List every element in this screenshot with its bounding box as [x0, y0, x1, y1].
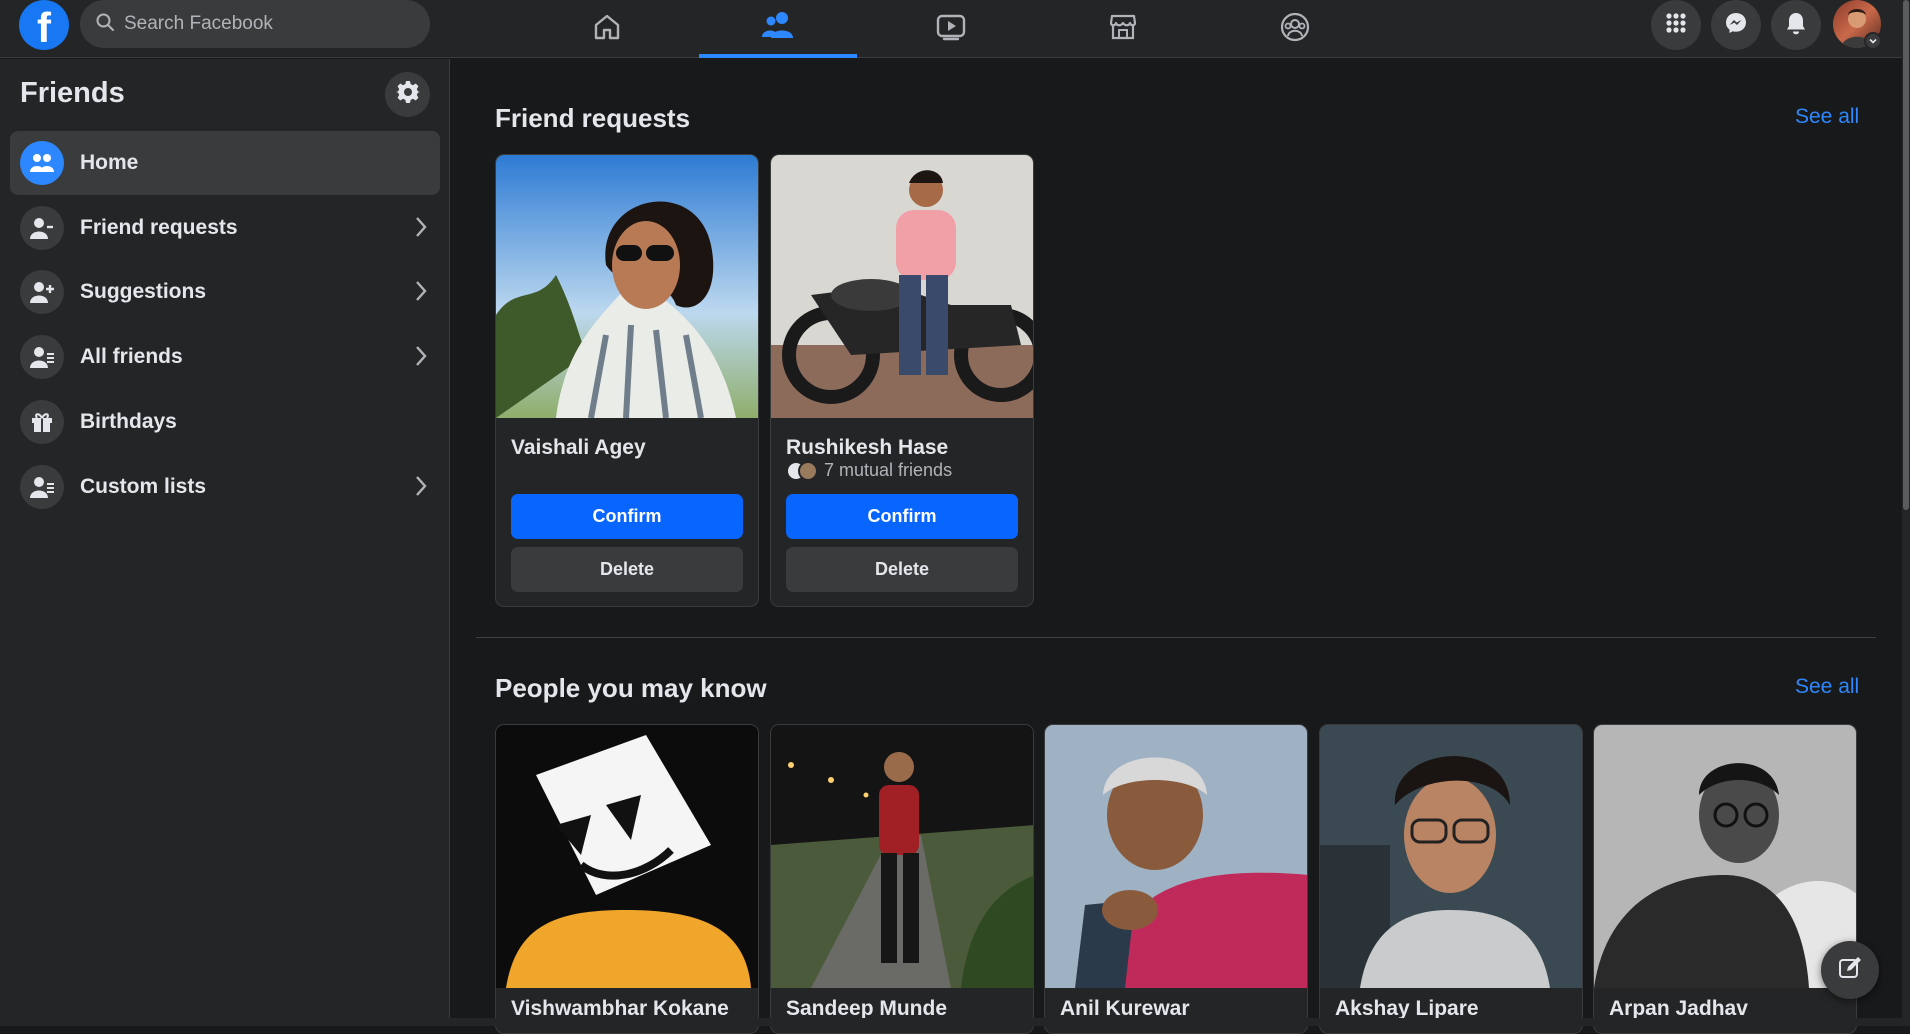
person-add-icon — [20, 206, 64, 250]
friend-request-name[interactable]: Vaishali Agey — [511, 436, 646, 460]
new-message-button[interactable] — [1821, 941, 1879, 999]
mutual-friends-avatars — [786, 460, 818, 481]
sidebar-item-suggestions[interactable]: Suggestions — [10, 260, 440, 324]
menu-grid-icon — [1665, 12, 1687, 39]
watch-icon — [935, 12, 967, 47]
friend-request-name[interactable]: Rushikesh Hase — [786, 436, 948, 460]
nav-tab-friends[interactable] — [699, 0, 857, 58]
chevron-down-icon[interactable] — [1864, 32, 1882, 50]
chevron-right-icon — [414, 280, 428, 307]
profile-photo[interactable] — [771, 155, 1033, 418]
gear-icon — [395, 80, 420, 109]
chevron-right-icon — [414, 475, 428, 502]
sidebar-item-home[interactable]: Home — [10, 131, 440, 195]
search-icon — [96, 13, 114, 36]
mutual-friends-count: 7 mutual friends — [824, 460, 953, 480]
messenger-icon — [1724, 11, 1748, 40]
confirm-button[interactable]: Confirm — [786, 494, 1018, 539]
groups-icon — [1280, 12, 1310, 47]
sidebar-item-custom-lists[interactable]: Custom lists — [10, 455, 440, 519]
facebook-logo[interactable]: f — [19, 0, 69, 50]
sidebar-item-label: Home — [80, 151, 139, 174]
bell-icon — [1785, 11, 1807, 40]
sidebar-item-label: Custom lists — [80, 475, 207, 498]
person-list-icon — [20, 465, 64, 509]
suggestion-card[interactable]: Akshay Lipare — [1319, 724, 1583, 1034]
chevron-right-icon — [414, 345, 428, 372]
friend-request-card[interactable]: Vaishali Agey Confirm Delete — [495, 154, 759, 607]
sidebar-item-label: Friend requests — [80, 216, 238, 239]
chevron-right-icon — [414, 216, 428, 243]
delete-button[interactable]: Delete — [786, 547, 1018, 592]
sidebar-item-birthdays[interactable]: Birthdays — [10, 390, 440, 454]
nav-tab-groups[interactable] — [1216, 0, 1374, 58]
sidebar-title: Friends — [20, 77, 125, 109]
profile-photo[interactable] — [771, 725, 1033, 988]
nav-tab-home[interactable] — [528, 0, 686, 58]
sidebar-item-all-friends[interactable]: All friends — [10, 325, 440, 389]
people-you-may-know-see-all-link[interactable]: See all — [1795, 675, 1859, 699]
profile-photo[interactable] — [1594, 725, 1856, 988]
marketplace-icon — [1108, 12, 1138, 47]
nav-tab-watch[interactable] — [872, 0, 1030, 58]
facebook-logo-letter: f — [37, 4, 51, 50]
friend-requests-heading: Friend requests — [495, 103, 691, 133]
sidebar-item-label: Suggestions — [80, 280, 207, 303]
profile-photo[interactable] — [496, 725, 758, 988]
search-input[interactable] — [124, 13, 404, 35]
friends-icon — [20, 141, 64, 185]
person-list-icon — [20, 335, 64, 379]
settings-button[interactable] — [385, 72, 430, 117]
delete-button[interactable]: Delete — [511, 547, 743, 592]
profile-photo[interactable] — [1320, 725, 1582, 988]
friends-icon — [761, 10, 795, 45]
suggestion-card[interactable]: Sandeep Munde — [770, 724, 1034, 1034]
messenger-button[interactable] — [1711, 0, 1761, 50]
person-plus-icon — [20, 270, 64, 314]
sidebar-item-label: Birthdays — [80, 410, 177, 433]
bottom-edge — [0, 1018, 1910, 1026]
suggestion-card[interactable]: Anil Kurewar — [1044, 724, 1308, 1034]
profile-photo[interactable] — [1045, 725, 1307, 988]
confirm-button[interactable]: Confirm — [511, 494, 743, 539]
mutual-friends[interactable]: 7 mutual friends — [786, 460, 952, 481]
section-divider — [476, 637, 1876, 638]
scrollbar-thumb[interactable] — [1903, 0, 1909, 510]
gift-icon — [20, 400, 64, 444]
people-you-may-know-heading: People you may know — [495, 673, 767, 703]
friends-sidebar: Friends Home Friend requests Suggestions… — [0, 59, 450, 1026]
home-icon — [592, 12, 622, 47]
top-navigation-bar: f — [0, 0, 1910, 58]
profile-photo[interactable] — [496, 155, 758, 418]
friend-request-card[interactable]: Rushikesh Hase 7 mutual friends Confirm … — [770, 154, 1034, 607]
suggestion-card[interactable]: Vishwambhar Kokane — [495, 724, 759, 1034]
sidebar-item-label: All friends — [80, 345, 183, 368]
menu-button[interactable] — [1651, 0, 1701, 50]
friend-requests-see-all-link[interactable]: See all — [1795, 105, 1859, 129]
suggestion-card[interactable]: Arpan Jadhav — [1593, 724, 1857, 1034]
notifications-button[interactable] — [1771, 0, 1821, 50]
compose-icon — [1838, 956, 1862, 985]
search-box[interactable] — [80, 0, 430, 48]
nav-tab-marketplace[interactable] — [1044, 0, 1202, 58]
sidebar-item-friend-requests[interactable]: Friend requests — [10, 196, 440, 260]
